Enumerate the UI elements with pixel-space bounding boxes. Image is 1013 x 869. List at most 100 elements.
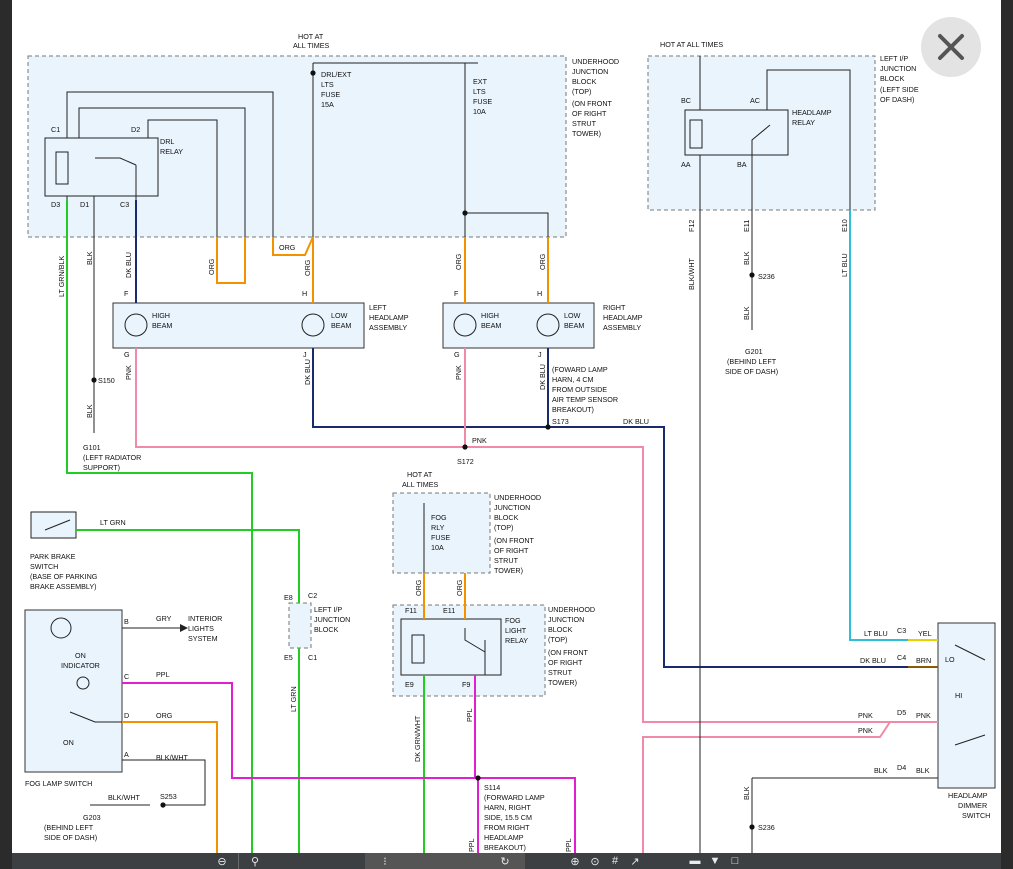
wire-label-brn: BRN: [916, 656, 931, 665]
wire-label-pnk-3: PNK: [472, 436, 487, 445]
lip-top-5: OF DASH): [880, 95, 914, 104]
s114-5: FROM RIGHT: [484, 823, 530, 832]
ujb-relay-2: JUNCTION: [548, 615, 584, 624]
ujb-relay-8: TOWER): [548, 678, 577, 687]
interior-2: LIGHTS: [188, 624, 214, 633]
wire-org-loop: [216, 237, 246, 284]
search-icon[interactable]: ⚲: [245, 853, 265, 869]
high-beam-r1: HIGH: [481, 311, 499, 320]
fog-fuse-1: FOG: [431, 513, 447, 522]
pin-c3: C3: [120, 200, 129, 209]
wire-label-blk-6: BLK: [916, 766, 930, 775]
drl-fuse-1: DRL/EXT: [321, 70, 352, 79]
wire-label-org-6: ORG: [414, 579, 423, 596]
pin-ba: BA: [737, 160, 747, 169]
ujb-relay-1: UNDERHOOD: [548, 605, 595, 614]
wire-label-ppl-1: PPL: [156, 670, 170, 679]
pin-c1b: C1: [308, 653, 317, 662]
ujb-top-8: TOWER): [572, 129, 601, 138]
wire-label-dkblu-2: DK BLU: [303, 359, 312, 385]
wire-label-pnk-4: PNK: [858, 711, 873, 720]
ujb-fog-4: (TOP): [494, 523, 513, 532]
low-beam-r2: BEAM: [564, 321, 584, 330]
pin-aa: AA: [681, 160, 691, 169]
ext-fuse-4: 10A: [473, 107, 486, 116]
left-hl-2: HEADLAMP: [369, 313, 409, 322]
g201-2: (BEHIND LEFT: [727, 357, 777, 366]
ujb-relay-3: BLOCK: [548, 625, 573, 634]
ujb-fog-7: STRUT: [494, 556, 519, 565]
download-icon[interactable]: ▼: [705, 853, 725, 869]
pin-f11: F11: [405, 606, 417, 615]
fit-icon[interactable]: ⊙: [585, 853, 605, 869]
drl-fuse-2: LTS: [321, 80, 334, 89]
pin-f12: F12: [687, 220, 696, 232]
fwd-harn-2: HARN, 4 CM: [552, 375, 594, 384]
park-brake-4: BRAKE ASSEMBLY): [30, 582, 97, 591]
hot-fog-1: HOT AT: [407, 470, 433, 479]
wire-label-blk-5: BLK: [874, 766, 888, 775]
fwd-harn-5: BREAKOUT): [552, 405, 594, 414]
g101-1: G101: [83, 443, 101, 452]
ujb-fog-3: BLOCK: [494, 513, 519, 522]
dimmer-hi: HI: [955, 691, 962, 700]
pin-d2: D2: [131, 125, 140, 134]
fwd-harn-1: (FOWARD LAMP: [552, 365, 608, 374]
ujb-top-4: (TOP): [572, 87, 591, 96]
wire-label-blk-7: BLK: [742, 786, 751, 800]
dimmer-2: DIMMER: [958, 801, 987, 810]
wire-label-org-7: ORG: [455, 579, 464, 596]
viewer-left-edge: [0, 0, 12, 869]
wire-label-gry: GRY: [156, 614, 172, 623]
park-brake-2: SWITCH: [30, 562, 58, 571]
share-icon[interactable]: ↗: [625, 853, 645, 869]
interior-3: SYSTEM: [188, 634, 218, 643]
drl-relay: [44, 137, 159, 197]
wire-label-org-1: ORG: [207, 258, 216, 275]
wire-lt-grn-park: [76, 529, 300, 603]
hot-right: HOT AT ALL TIMES: [660, 40, 723, 49]
on-ind-2: INDICATOR: [61, 661, 100, 670]
print-icon[interactable]: □: [725, 853, 745, 869]
close-button[interactable]: [921, 17, 981, 77]
park-brake-3: (BASE OF PARKING: [30, 572, 98, 581]
pin-d: D: [124, 711, 129, 720]
grid-icon[interactable]: ⁝: [375, 853, 395, 869]
wire-label-blkwht: BLK/WHT: [687, 257, 696, 290]
zoom-in-icon[interactable]: ⊕: [565, 853, 585, 869]
wire-label-org-4: ORG: [454, 253, 463, 270]
lip-top-2: JUNCTION: [880, 64, 916, 73]
right-hl-2: HEADLAMP: [603, 313, 643, 322]
pin-c4: C4: [897, 653, 906, 662]
thumbnail-icon[interactable]: ▬: [685, 853, 705, 869]
g101-2: (LEFT RADIATOR: [83, 453, 141, 462]
wire-label-pnk-1: PNK: [124, 365, 133, 380]
ujb-top-2: JUNCTION: [572, 67, 608, 76]
pin-b: B: [124, 617, 129, 626]
pin-f-left: F: [124, 289, 129, 298]
pages-icon[interactable]: #: [605, 853, 625, 869]
zoom-out-icon[interactable]: ⊖: [212, 853, 232, 869]
ujb-fog-1: UNDERHOOD: [494, 493, 541, 502]
g201-3: SIDE OF DASH): [725, 367, 778, 376]
fog-relay-2: LIGHT: [505, 626, 527, 635]
pin-h-right: H: [537, 289, 542, 298]
ujb-top-5: (ON FRONT: [572, 99, 613, 108]
hl-relay-1: HEADLAMP: [792, 108, 832, 117]
pin-g-right: G: [454, 350, 460, 359]
pin-c2: C2: [308, 591, 317, 600]
high-beam-r2: BEAM: [481, 321, 501, 330]
lip-mid-1: LEFT I/P: [314, 605, 342, 614]
drl-relay-1: DRL: [160, 137, 174, 146]
pin-e11: E11: [742, 220, 751, 232]
wire-label-ppl-4: PPL: [564, 838, 573, 852]
splice-s253: S253: [160, 792, 177, 801]
wire-label-dkgrnwht: DK GRN/WHT: [413, 715, 422, 762]
fog-light-relay: [400, 618, 502, 676]
pin-c: C: [124, 672, 129, 681]
g201-1: G201: [745, 347, 763, 356]
pin-j-right: J: [538, 350, 542, 359]
pin-e8: E8: [284, 593, 293, 602]
wire-label-dkblu-4: DK BLU: [623, 417, 649, 426]
rotate-icon[interactable]: ↻: [495, 853, 515, 869]
